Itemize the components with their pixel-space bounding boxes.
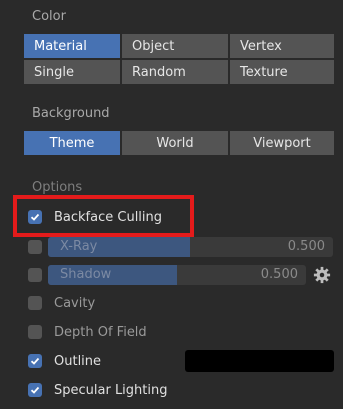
depth-of-field-row[interactable]: Depth Of Field [28, 320, 147, 344]
outline-checkbox[interactable] [28, 354, 42, 368]
outline-label: Outline [54, 353, 102, 369]
background-section-label: Background [32, 106, 110, 121]
color-vertex-button[interactable]: Vertex [230, 34, 334, 58]
depth-of-field-checkbox[interactable] [28, 325, 42, 339]
background-world-button[interactable]: World [122, 131, 228, 155]
xray-checkbox[interactable] [28, 240, 42, 254]
check-icon [30, 357, 40, 365]
background-mode-grid: Theme World Viewport [24, 131, 334, 155]
color-section-label: Color [32, 9, 66, 24]
shadow-checkbox[interactable] [28, 268, 42, 282]
highlight-box [13, 195, 194, 237]
specular-lighting-checkbox[interactable] [28, 383, 42, 397]
depth-of-field-label: Depth Of Field [54, 324, 147, 340]
color-object-button[interactable]: Object [122, 34, 228, 58]
shadow-slider[interactable]: Shadow 0.500 [48, 265, 306, 285]
options-section-label: Options [32, 180, 83, 195]
cavity-checkbox[interactable] [28, 296, 42, 310]
color-material-button[interactable]: Material [24, 34, 120, 58]
xray-slider[interactable]: X-Ray 0.500 [48, 237, 333, 257]
outline-row[interactable]: Outline [28, 349, 101, 373]
color-random-button[interactable]: Random [122, 60, 228, 84]
outline-color-swatch[interactable] [185, 350, 334, 372]
xray-value: 0.500 [287, 239, 325, 254]
shading-popover: Color Material Object Vertex Single Rand… [0, 0, 343, 409]
color-texture-button[interactable]: Texture [230, 60, 334, 84]
specular-lighting-row[interactable]: Specular Lighting [28, 378, 168, 402]
shadow-label: Shadow [60, 267, 112, 282]
check-icon [30, 386, 40, 394]
xray-label: X-Ray [60, 239, 98, 254]
cavity-label: Cavity [54, 295, 96, 311]
color-single-button[interactable]: Single [24, 60, 120, 84]
background-viewport-button[interactable]: Viewport [230, 131, 334, 155]
specular-lighting-label: Specular Lighting [54, 382, 168, 398]
cavity-row[interactable]: Cavity [28, 291, 95, 315]
color-mode-grid: Material Object Vertex Single Random Tex… [24, 34, 334, 84]
gear-icon[interactable] [313, 266, 331, 284]
shadow-value: 0.500 [260, 267, 298, 282]
background-theme-button[interactable]: Theme [24, 131, 120, 155]
